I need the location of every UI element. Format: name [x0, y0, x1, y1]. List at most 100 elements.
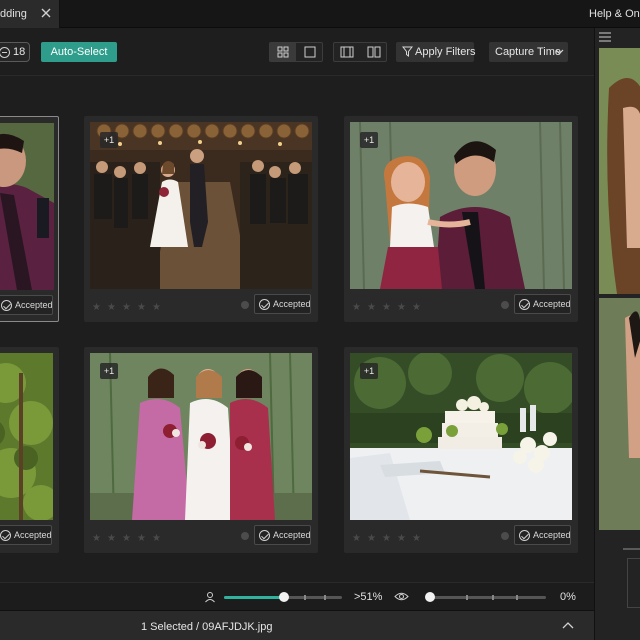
photo-thumbnail[interactable]: +1	[90, 122, 312, 289]
auto-select-button[interactable]: Auto-Select	[41, 42, 117, 62]
check-circle-icon	[0, 530, 11, 541]
accepted-label: Accepted	[273, 299, 311, 309]
photo-thumbnail[interactable]: +1	[90, 353, 312, 520]
single-view-icon	[304, 46, 316, 58]
compare-mode-group	[333, 42, 387, 62]
color-label-dot[interactable]	[501, 301, 509, 309]
close-icon[interactable]	[40, 7, 52, 19]
chevron-up-icon[interactable]	[562, 621, 574, 631]
accepted-badge[interactable]: Accepted	[514, 294, 571, 314]
compare-view-icon	[340, 46, 354, 58]
compare-view-button[interactable]	[334, 43, 360, 61]
minus-circle-icon	[0, 47, 10, 58]
star-icon[interactable]: ★	[137, 534, 146, 544]
eyes-slider-thumb[interactable]	[425, 592, 435, 602]
star-icon[interactable]: ★	[352, 303, 361, 313]
menu-icon[interactable]	[599, 32, 611, 42]
people-slider-thumb[interactable]	[279, 592, 290, 602]
star-icon[interactable]: ★	[107, 303, 116, 313]
star-icon[interactable]: ★	[152, 303, 161, 313]
grid-view-button[interactable]	[270, 43, 296, 61]
rating-stars[interactable]: ★ ★ ★ ★ ★	[92, 532, 167, 544]
title-bar: dding Help & Onbo	[0, 0, 640, 28]
slider-tick	[516, 595, 518, 600]
selection-status: 1 Selected / 09AFJDJK.jpg	[141, 621, 273, 633]
photo-grid: ★ ★ ★ ★ ★ Accepted	[0, 77, 594, 582]
accepted-badge[interactable]: Accepted	[514, 525, 571, 545]
photo-card[interactable]: +1 ★ ★ ★ ★ ★ Accepted	[344, 347, 578, 553]
photo-thumbnail[interactable]: +1	[350, 122, 572, 289]
apply-filters-button[interactable]: Apply Filters	[396, 42, 476, 62]
color-label-dot[interactable]	[241, 532, 249, 540]
photo-card[interactable]: ★★★★★ Accepted	[0, 347, 59, 553]
color-label-dot[interactable]	[241, 301, 249, 309]
star-icon[interactable]: ★	[412, 534, 421, 544]
star-icon[interactable]: ★	[92, 303, 101, 313]
accepted-badge[interactable]: Accepted	[254, 294, 311, 314]
selection-count-pill[interactable]: 18	[0, 42, 30, 62]
star-icon[interactable]: ★	[92, 534, 101, 544]
rating-stars[interactable]: ★ ★ ★ ★ ★	[92, 301, 167, 313]
star-icon[interactable]: ★	[107, 534, 116, 544]
people-slider-fill	[224, 596, 285, 599]
check-circle-icon	[259, 530, 270, 541]
star-icon[interactable]: ★	[122, 534, 131, 544]
help-onboarding-link[interactable]: Help & Onbo	[589, 8, 640, 20]
stack-count-badge[interactable]: +1	[360, 363, 378, 379]
accepted-label: Accepted	[533, 530, 571, 540]
project-tab-label: dding	[0, 8, 27, 20]
selection-count: 18	[13, 46, 26, 58]
split-view-icon	[367, 46, 381, 58]
accepted-badge[interactable]: Accepted	[0, 295, 53, 315]
star-icon[interactable]: ★	[152, 534, 161, 544]
star-icon[interactable]: ★	[397, 534, 406, 544]
photo-card[interactable]: +1 ★ ★ ★ ★ ★ Accepted	[84, 347, 318, 553]
apply-filters-label: Apply Filters	[415, 46, 476, 58]
star-icon[interactable]: ★	[367, 303, 376, 313]
stack-count-badge[interactable]: +1	[100, 363, 118, 379]
accepted-label: Accepted	[533, 299, 571, 309]
photo-thumbnail[interactable]	[0, 353, 53, 520]
preview-panel	[594, 28, 640, 640]
accepted-badge[interactable]: Accepted	[0, 525, 52, 545]
color-label-dot[interactable]	[501, 532, 509, 540]
star-icon[interactable]: ★	[397, 303, 406, 313]
preview-image[interactable]	[599, 48, 640, 294]
rating-stars[interactable]: ★ ★ ★ ★ ★	[352, 532, 427, 544]
accepted-label: Accepted	[273, 530, 311, 540]
photo-card[interactable]: +1 ★ ★ ★ ★ ★ Accepted	[344, 116, 578, 322]
filter-funnel-icon	[402, 46, 413, 57]
preview-image[interactable]	[599, 298, 640, 530]
check-circle-icon	[259, 299, 270, 310]
photo-thumbnail[interactable]	[0, 123, 54, 290]
sort-dropdown[interactable]: Capture Time	[489, 42, 568, 62]
photo-card[interactable]: +1 ★ ★ ★ ★ ★ Accepted	[84, 116, 318, 322]
project-tab[interactable]: dding	[0, 0, 60, 28]
single-view-button[interactable]	[297, 43, 323, 61]
people-slider[interactable]	[224, 592, 342, 602]
panel-thumbnail-frame	[627, 558, 640, 608]
star-icon[interactable]: ★	[382, 303, 391, 313]
photo-card[interactable]: ★★★★★ Accepted	[0, 116, 59, 322]
grid-view-icon	[277, 46, 289, 58]
star-icon[interactable]: ★	[137, 303, 146, 313]
photo-thumbnail[interactable]: +1	[350, 353, 572, 520]
eye-icon	[394, 592, 409, 601]
star-icon[interactable]: ★	[412, 303, 421, 313]
star-icon[interactable]: ★	[122, 303, 131, 313]
split-view-button[interactable]	[361, 43, 387, 61]
accepted-badge[interactable]: Accepted	[254, 525, 311, 545]
rating-stars[interactable]: ★ ★ ★ ★ ★	[352, 301, 427, 313]
chevron-down-icon	[555, 49, 564, 55]
eyes-slider-value: 0%	[560, 591, 576, 603]
eyes-slider[interactable]	[425, 592, 546, 602]
star-icon[interactable]: ★	[367, 534, 376, 544]
stack-count-badge[interactable]: +1	[360, 132, 378, 148]
grid-toolbar: 18 Auto-Select Apply Filters Capture Tim…	[0, 28, 594, 76]
stack-count-badge[interactable]: +1	[100, 132, 118, 148]
accepted-label: Accepted	[15, 300, 53, 310]
people-slider-value: >51%	[354, 591, 383, 603]
star-icon[interactable]: ★	[382, 534, 391, 544]
star-icon[interactable]: ★	[352, 534, 361, 544]
status-bar: 1 Selected / 09AFJDJK.jpg	[0, 610, 594, 640]
